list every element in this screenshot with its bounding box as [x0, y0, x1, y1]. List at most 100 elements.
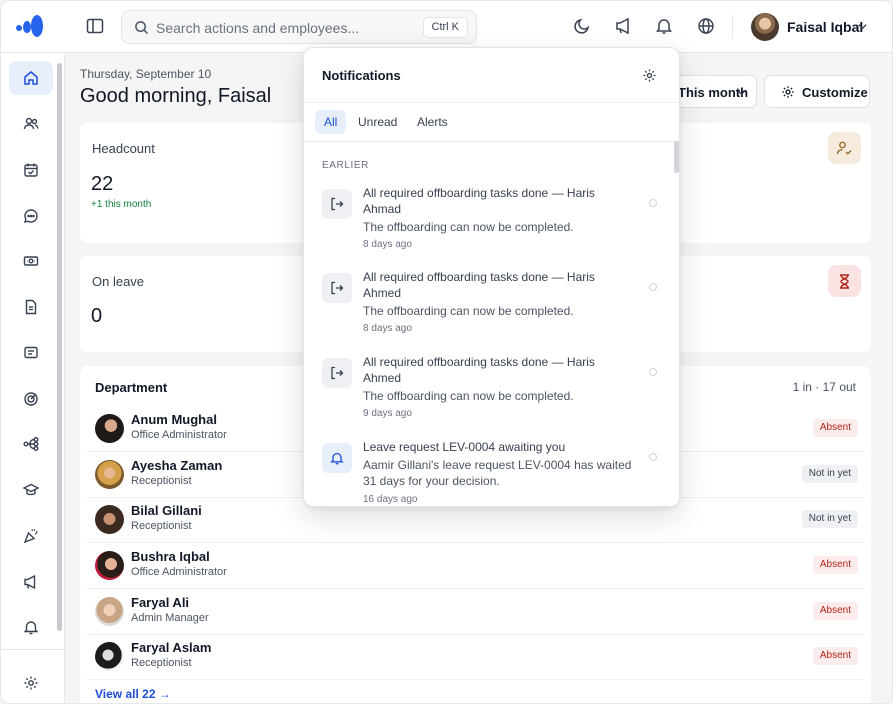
sidebar-item-chat[interactable]	[9, 199, 53, 233]
notification-body: The offboarding can now be completed.	[363, 389, 574, 403]
employee-name[interactable]: Faryal Aslam	[131, 640, 211, 655]
sidebar-item-documents[interactable]	[9, 290, 53, 324]
sidebar-item-learning[interactable]	[9, 473, 53, 507]
top-bar: Search actions and employees... Ctrl K F…	[1, 1, 892, 53]
status-badge: Absent	[812, 556, 858, 574]
sidebar-scrollbar[interactable]	[57, 63, 62, 631]
status-badge: Absent	[812, 419, 858, 437]
sidebar-item-workflows[interactable]	[9, 427, 53, 461]
mark-read-toggle[interactable]	[649, 199, 657, 207]
sidebar-item-settings[interactable]	[9, 666, 53, 700]
moon-icon[interactable]	[573, 17, 591, 35]
notification-time: 8 days ago	[363, 239, 412, 250]
notification-title: All required offboarding tasks done — Ha…	[363, 186, 595, 216]
avatar	[95, 414, 124, 443]
employee-role: Receptionist	[131, 657, 192, 669]
customize-button[interactable]: Customize	[764, 75, 870, 108]
notifications-scrollbar[interactable]	[674, 141, 679, 173]
table-row[interactable]: Faryal Aslam Receptionist Absent	[87, 634, 865, 680]
employee-name[interactable]: Bilal Gillani	[131, 503, 202, 518]
employee-role: Receptionist	[131, 520, 192, 532]
notifications-title: Notifications	[322, 68, 401, 83]
sidebar-item-messages[interactable]	[9, 336, 53, 370]
employee-name[interactable]: Anum Mughal	[131, 412, 217, 427]
search-placeholder: Search actions and employees...	[156, 20, 360, 36]
topbar-divider	[732, 15, 733, 39]
tab-alerts[interactable]: Alerts	[408, 110, 457, 134]
user-name[interactable]: Faisal Iqbal	[787, 19, 863, 35]
status-badge: Not in yet	[801, 510, 858, 528]
mark-read-toggle[interactable]	[649, 283, 657, 291]
hourglass-icon	[840, 274, 849, 289]
search-icon	[135, 21, 149, 35]
gear-icon[interactable]	[642, 68, 657, 83]
table-row[interactable]: Bushra Iqbal Office Administrator Absent	[87, 543, 865, 589]
megaphone-icon[interactable]	[615, 17, 633, 35]
table-row[interactable]: Faryal Ali Admin Manager Absent	[87, 589, 865, 635]
tab-all[interactable]: All	[315, 110, 347, 134]
sidebar-item-notifications[interactable]	[9, 610, 53, 644]
chevron-down-icon	[737, 90, 746, 96]
headcount-badge	[828, 132, 861, 164]
headcount-change: +1 this month	[91, 199, 152, 210]
notification-body: The offboarding can now be completed.	[363, 220, 574, 234]
notification-body: The offboarding can now be completed.	[363, 304, 574, 318]
sidebar-divider	[1, 649, 64, 650]
target-icon	[24, 392, 38, 406]
employee-name[interactable]: Faryal Ali	[131, 595, 189, 610]
bell-icon	[330, 452, 344, 465]
sidebar-item-celebrations[interactable]	[9, 519, 53, 553]
mark-read-toggle[interactable]	[649, 368, 657, 376]
on-leave-badge	[828, 265, 861, 297]
sidebar-item-attendance[interactable]	[9, 153, 53, 187]
notification-item[interactable]: All required offboarding tasks done — Ha…	[304, 185, 674, 269]
sidebar-item-payroll[interactable]	[9, 244, 53, 278]
department-count: 1 in · 17 out	[792, 380, 856, 394]
greeting-date: Thursday, September 10	[80, 67, 212, 81]
search-shortcut: Ctrl K	[422, 17, 468, 38]
notification-icon	[322, 273, 352, 303]
tab-unread[interactable]: Unread	[349, 110, 406, 134]
megaphone-icon	[24, 574, 36, 590]
notification-title: All required offboarding tasks done — Ha…	[363, 355, 595, 385]
globe-icon[interactable]	[697, 17, 715, 35]
section-heading: EARLIER	[322, 160, 369, 171]
notification-item[interactable]: All required offboarding tasks done — Ha…	[304, 354, 674, 438]
notification-time: 8 days ago	[363, 323, 412, 334]
sidebar-item-announcements[interactable]	[9, 565, 53, 599]
sidebar	[1, 53, 65, 703]
notification-icon	[322, 443, 352, 473]
notification-icon	[322, 189, 352, 219]
mark-read-toggle[interactable]	[649, 453, 657, 461]
sidebar-item-home[interactable]	[9, 61, 53, 95]
employee-name[interactable]: Ayesha Zaman	[131, 458, 222, 473]
sidebar-item-people[interactable]	[9, 107, 53, 141]
avatar[interactable]	[751, 13, 779, 41]
app-logo-icon[interactable]	[15, 13, 45, 39]
notification-icon	[322, 358, 352, 388]
divider	[304, 102, 679, 103]
home-icon	[24, 71, 38, 85]
chat-icon	[24, 209, 38, 223]
sidebar-toggle-icon[interactable]	[86, 17, 104, 35]
search-input[interactable]: Search actions and employees... Ctrl K	[121, 10, 477, 44]
bell-icon[interactable]	[655, 17, 673, 35]
sidebar-item-goals[interactable]	[9, 382, 53, 416]
headcount-value: 22	[91, 173, 114, 195]
user-check-icon	[836, 141, 852, 155]
notification-item[interactable]: Leave request LEV-0004 awaiting you Aami…	[304, 439, 674, 506]
view-all-link[interactable]: View all 22 →	[95, 687, 171, 701]
employee-name[interactable]: Bushra Iqbal	[131, 549, 210, 564]
sign-out-icon	[331, 281, 344, 295]
app-window: Search actions and employees... Ctrl K F…	[0, 0, 893, 704]
sign-out-icon	[331, 366, 344, 380]
settings-icon	[24, 676, 38, 690]
on-leave-title: On leave	[92, 274, 145, 289]
avatar	[95, 642, 124, 671]
avatar	[95, 597, 124, 626]
chevron-down-icon[interactable]	[857, 21, 868, 32]
divider	[304, 141, 679, 142]
notification-item[interactable]: All required offboarding tasks done — Ha…	[304, 269, 674, 353]
on-leave-value: 0	[91, 305, 103, 327]
calendar-check-icon	[24, 163, 38, 177]
